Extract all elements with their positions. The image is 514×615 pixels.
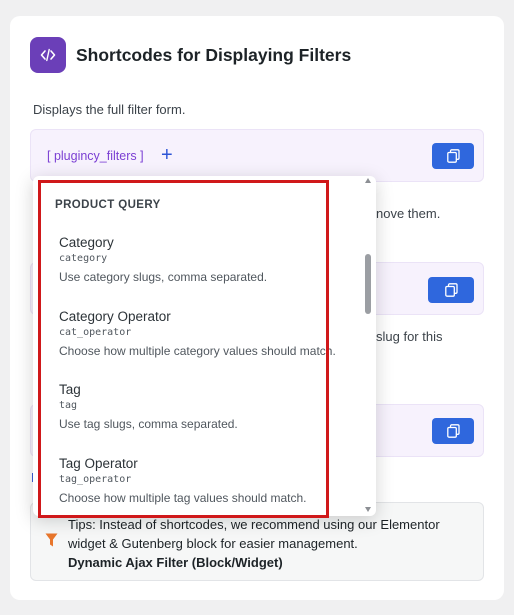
- scroll-down-arrow-icon[interactable]: [365, 507, 371, 512]
- obscured-text: slug for this: [376, 329, 443, 344]
- copy-button[interactable]: [428, 277, 474, 303]
- dropdown-section-label: PRODUCT QUERY: [55, 199, 161, 211]
- item-description: Choose how multiple tag values should ma…: [59, 491, 307, 505]
- scrollbar-thumb[interactable]: [365, 254, 371, 314]
- scroll-up-arrow-icon[interactable]: [365, 178, 371, 183]
- item-key: cat_operator: [59, 327, 132, 338]
- item-title: Category: [59, 235, 114, 250]
- copy-icon: [444, 283, 458, 297]
- dropdown-item-category[interactable]: Category category Use category slugs, co…: [59, 235, 359, 284]
- item-title: Tag Operator: [59, 456, 138, 471]
- item-description: Choose how multiple category values shou…: [59, 344, 336, 358]
- item-title: Category Operator: [59, 309, 171, 324]
- item-key: tag: [59, 400, 78, 411]
- filter-icon: [45, 533, 58, 547]
- dropdown-item-tag-operator[interactable]: Tag Operator tag_operator Choose how mul…: [59, 456, 359, 505]
- tips-text: Tips: Instead of shortcodes, we recommen…: [68, 515, 478, 572]
- item-description: Use category slugs, comma separated.: [59, 270, 268, 284]
- shortcode-row-filters: [ plugincy_filters ] +: [30, 129, 484, 182]
- dropdown-item-category-operator[interactable]: Category Operator cat_operator Choose ho…: [59, 309, 359, 358]
- obscured-text: nove them.: [376, 206, 441, 221]
- code-icon: [30, 37, 66, 73]
- item-title: Tag: [59, 382, 81, 397]
- item-key: tag_operator: [59, 474, 132, 485]
- copy-button[interactable]: [432, 418, 474, 444]
- dropdown-list[interactable]: PRODUCT QUERY Category category Use cate…: [33, 176, 363, 516]
- copy-icon: [446, 149, 460, 163]
- filters-description: Displays the full filter form.: [33, 102, 186, 117]
- item-key: category: [59, 253, 108, 264]
- shortcode-text[interactable]: [ plugincy_filters ]: [47, 149, 144, 163]
- plus-icon[interactable]: +: [161, 145, 173, 165]
- shortcode-attributes-dropdown[interactable]: PRODUCT QUERY Category category Use cate…: [33, 176, 376, 516]
- copy-button[interactable]: [432, 143, 474, 169]
- page-title: Shortcodes for Displaying Filters: [76, 45, 352, 65]
- tips-strong: Dynamic Ajax Filter (Block/Widget): [68, 555, 283, 570]
- dropdown-item-tag[interactable]: Tag tag Use tag slugs, comma separated.: [59, 382, 359, 431]
- copy-icon: [446, 424, 460, 438]
- item-description: Use tag slugs, comma separated.: [59, 417, 238, 431]
- dropdown-scrollbar[interactable]: [364, 176, 374, 516]
- tips-message: Tips: Instead of shortcodes, we recommen…: [68, 517, 440, 551]
